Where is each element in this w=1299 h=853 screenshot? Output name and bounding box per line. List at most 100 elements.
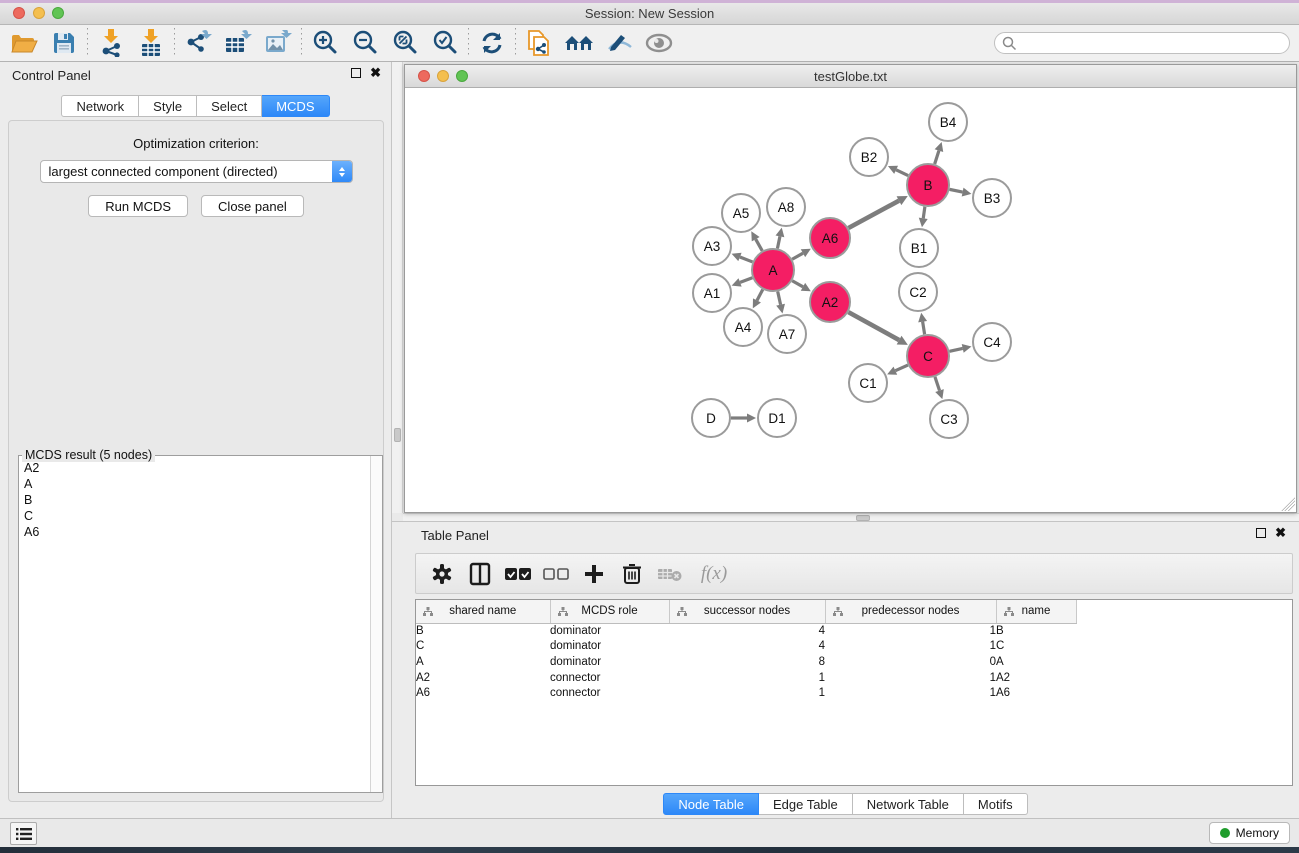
graph-node-A1[interactable]: A1 (693, 274, 731, 312)
graph-node-C1[interactable]: C1 (849, 364, 887, 402)
graph-edge-A2-C[interactable] (848, 312, 899, 340)
graph-edge-A-A1[interactable] (740, 278, 752, 283)
delete-table-icon[interactable] (656, 560, 684, 588)
graph-edge-A-A7[interactable] (778, 291, 781, 304)
graph-edge-B-B3[interactable] (950, 189, 963, 192)
graph-edge-B-B1[interactable] (923, 207, 925, 219)
graph-node-A2[interactable]: A2 (810, 282, 850, 322)
table-cell[interactable]: 1 (825, 623, 996, 639)
table-cell[interactable]: 1 (669, 670, 825, 686)
graph-node-A6[interactable]: A6 (810, 218, 850, 258)
mcds-list-scrollbar[interactable] (370, 456, 382, 792)
open-session-icon[interactable] (4, 27, 44, 59)
graph-node-A[interactable]: A (752, 249, 794, 291)
graph-edge-C-C1[interactable] (895, 365, 908, 371)
graph-node-A7[interactable]: A7 (768, 315, 806, 353)
graph-edge-A6-B[interactable] (848, 201, 899, 228)
graph-node-C[interactable]: C (907, 335, 949, 377)
graph-edge-C-C4[interactable] (949, 348, 962, 351)
export-table-icon[interactable] (218, 27, 258, 59)
table-cell[interactable]: 1 (669, 685, 825, 701)
show-columns-icon[interactable] (466, 560, 494, 588)
select-all-checks-icon[interactable] (504, 560, 532, 588)
graph-node-C4[interactable]: C4 (973, 323, 1011, 361)
close-panel-icon[interactable]: ✖ (370, 68, 381, 78)
graph-node-B2[interactable]: B2 (850, 138, 888, 176)
network-graph-canvas[interactable]: AA1A2A3A4A5A6A7A8BB1B2B3B4CC1C2C3C4DD1 (405, 88, 1296, 512)
graph-edge-C-C2[interactable] (923, 322, 925, 335)
tab-edge-table[interactable]: Edge Table (759, 793, 853, 815)
export-network-icon[interactable] (178, 27, 218, 59)
zoom-fit-icon[interactable] (385, 27, 425, 59)
app-titlebar[interactable]: Session: New Session (0, 0, 1299, 25)
graph-node-A8[interactable]: A8 (767, 188, 805, 226)
task-history-button[interactable] (10, 822, 37, 845)
criterion-select[interactable]: largest connected component (directed) (40, 160, 353, 183)
tab-network[interactable]: Network (61, 95, 139, 117)
column-header-successor-nodes[interactable]: successor nodes (669, 600, 825, 623)
graph-edge-C-C3[interactable] (935, 377, 940, 391)
delete-column-icon[interactable] (618, 560, 646, 588)
table-cell[interactable]: 8 (669, 654, 825, 670)
clear-checks-icon[interactable] (542, 560, 570, 588)
mcds-result-item[interactable]: C (20, 508, 369, 524)
graph-node-C2[interactable]: C2 (899, 273, 937, 311)
table-cell[interactable]: connector (550, 670, 669, 686)
table-cell[interactable]: C (416, 639, 550, 655)
table-row[interactable]: Cdominator41C (416, 639, 1292, 655)
graph-edge-B-B2[interactable] (896, 170, 908, 176)
table-cell[interactable]: connector (550, 685, 669, 701)
table-cell[interactable]: 1 (825, 670, 996, 686)
graph-edge-A-A3[interactable] (740, 257, 753, 262)
table-cell[interactable]: A6 (996, 685, 1076, 701)
tab-select[interactable]: Select (197, 95, 262, 117)
tab-motifs[interactable]: Motifs (964, 793, 1028, 815)
column-header-predecessor-nodes[interactable]: predecessor nodes (825, 600, 996, 623)
table-cell[interactable]: A2 (996, 670, 1076, 686)
zoom-selected-icon[interactable] (425, 27, 465, 59)
table-cell[interactable]: 1 (825, 639, 996, 655)
graph-edge-A-A5[interactable] (756, 239, 763, 251)
graph-node-B4[interactable]: B4 (929, 103, 967, 141)
graph-edge-B-B4[interactable] (935, 151, 939, 164)
tab-network-table[interactable]: Network Table (853, 793, 964, 815)
window-resize-grip[interactable] (1281, 497, 1295, 511)
table-cell[interactable]: dominator (550, 654, 669, 670)
graph-edge-A-A4[interactable] (757, 289, 763, 300)
add-column-icon[interactable] (580, 560, 608, 588)
close-panel-button[interactable]: Close panel (201, 195, 304, 217)
table-cell[interactable]: A2 (416, 670, 550, 686)
table-cell[interactable]: 0 (825, 654, 996, 670)
import-network-icon[interactable] (91, 27, 131, 59)
table-cell[interactable]: B (996, 623, 1076, 639)
save-session-icon[interactable] (44, 27, 84, 59)
table-cell[interactable]: A (996, 654, 1076, 670)
mcds-result-item[interactable]: A (20, 476, 369, 492)
show-graphics-details-icon[interactable] (639, 27, 679, 59)
graph-node-A3[interactable]: A3 (693, 227, 731, 265)
float-panel-icon[interactable] (351, 68, 361, 78)
desktop-vertical-scrollbar[interactable] (392, 62, 403, 513)
node-table[interactable]: shared nameMCDS rolesuccessor nodesprede… (415, 599, 1293, 786)
close-table-panel-icon[interactable]: ✖ (1275, 528, 1286, 538)
mcds-result-item[interactable]: B (20, 492, 369, 508)
graph-node-C3[interactable]: C3 (930, 400, 968, 438)
graph-node-A5[interactable]: A5 (722, 194, 760, 232)
hide-annotations-icon[interactable] (599, 27, 639, 59)
table-cell[interactable]: 1 (825, 685, 996, 701)
graph-node-D1[interactable]: D1 (758, 399, 796, 437)
table-row[interactable]: A6connector11A6 (416, 685, 1292, 701)
table-cell[interactable]: B (416, 623, 550, 639)
graph-node-A4[interactable]: A4 (724, 308, 762, 346)
table-cell[interactable]: 4 (669, 639, 825, 655)
import-table-icon[interactable] (131, 27, 171, 59)
network-window-titlebar[interactable]: testGlobe.txt (405, 65, 1296, 88)
graph-node-B[interactable]: B (907, 164, 949, 206)
copy-network-icon[interactable] (519, 27, 559, 59)
graph-node-D[interactable]: D (692, 399, 730, 437)
mcds-result-item[interactable]: A2 (20, 460, 369, 476)
home-layout-icon[interactable] (559, 27, 599, 59)
tab-style[interactable]: Style (139, 95, 197, 117)
function-builder-icon[interactable]: f(x) (694, 560, 734, 588)
mcds-result-item[interactable]: A6 (20, 524, 369, 540)
